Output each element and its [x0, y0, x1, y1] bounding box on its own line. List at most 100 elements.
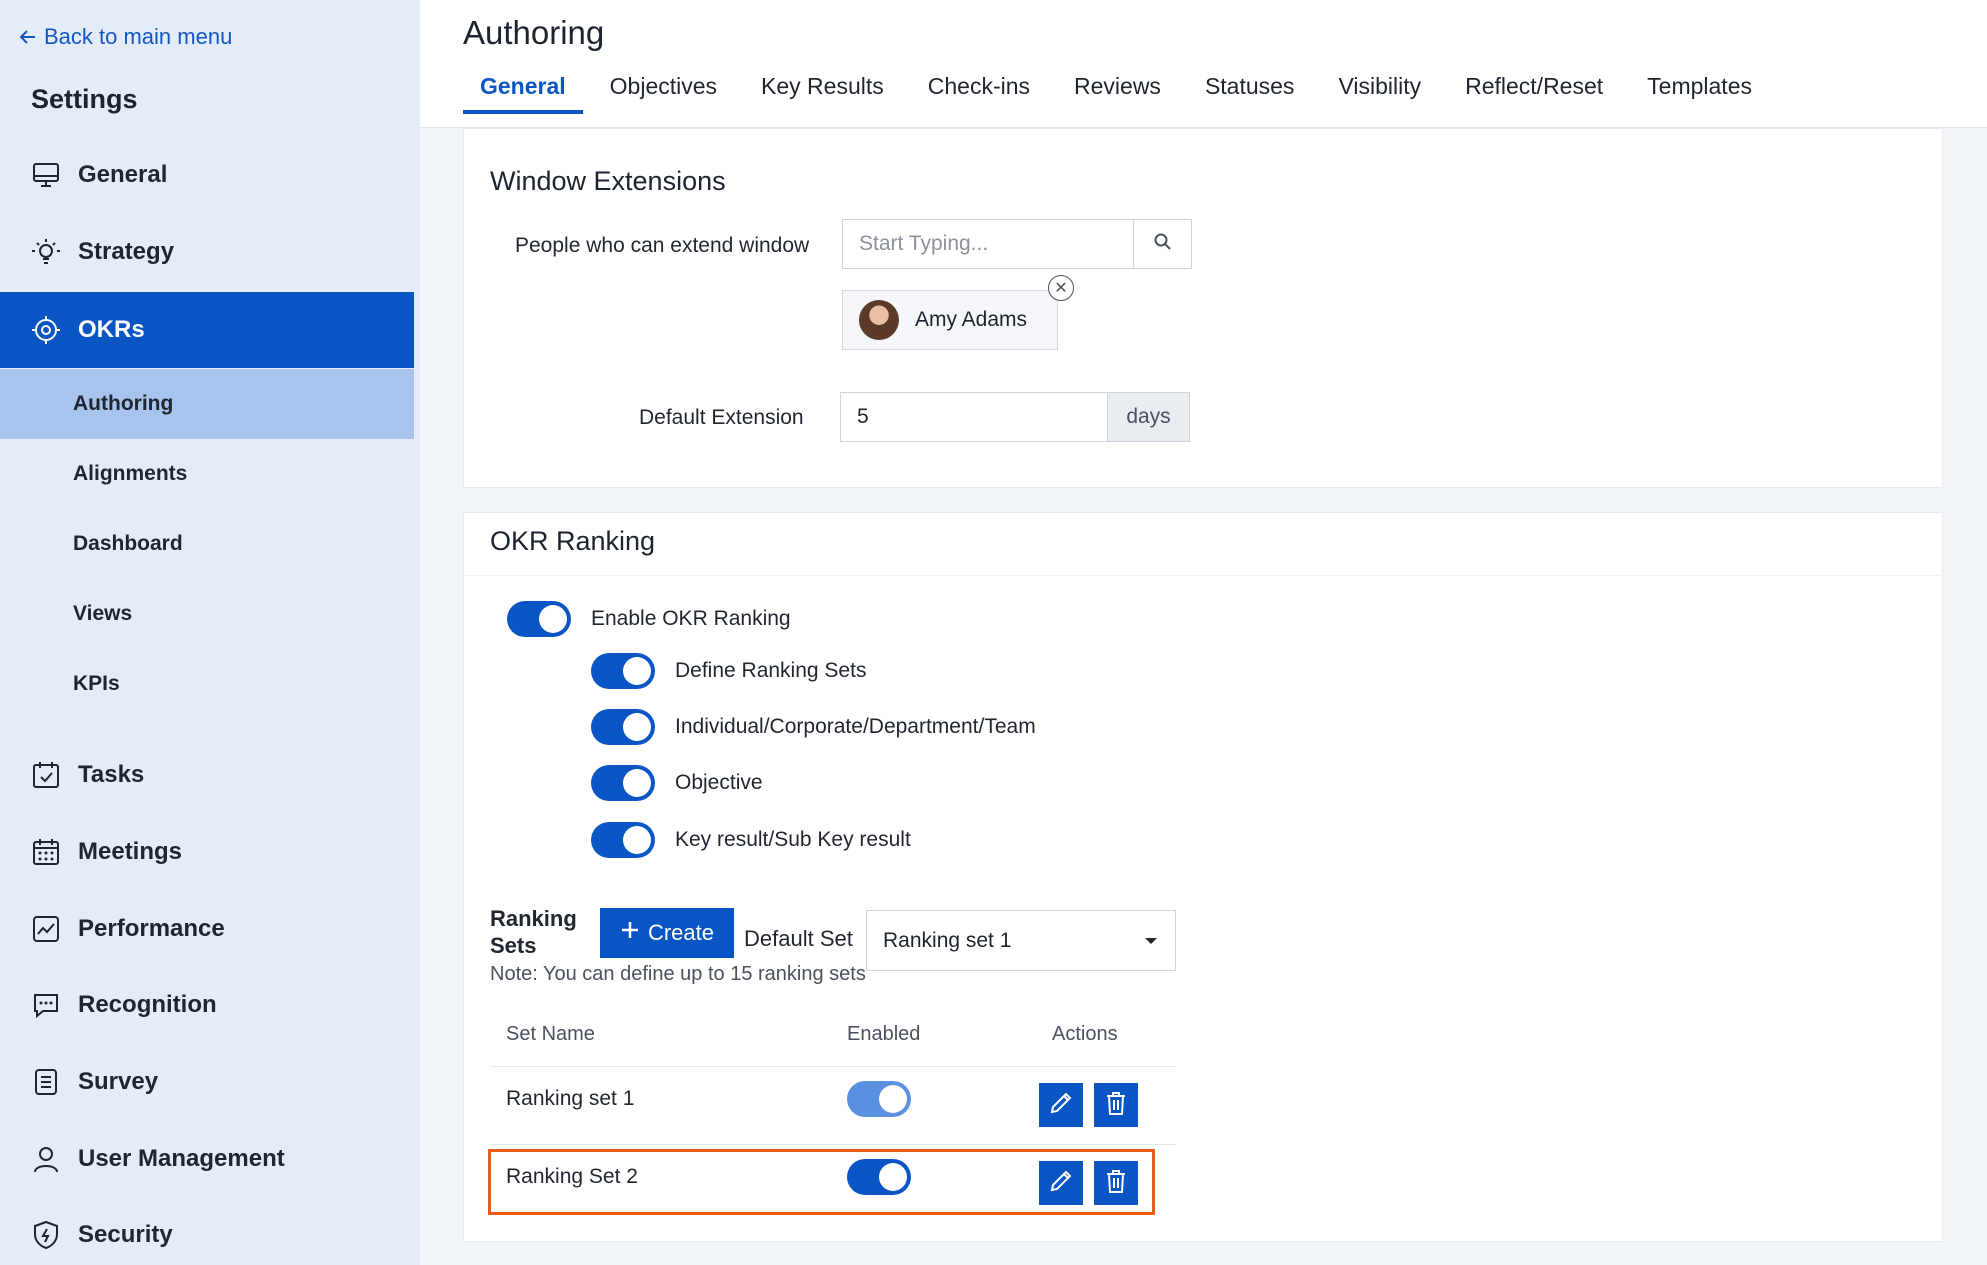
sidebar-item-label: Survey [78, 1068, 159, 1095]
sidebar-subitem-views[interactable]: Views [0, 579, 414, 649]
page-header: Authoring General Objectives Key Results… [420, 0, 1987, 128]
pencil-icon [1048, 1090, 1074, 1121]
sidebar-subitem-authoring[interactable]: Authoring [0, 369, 414, 439]
row2-set-name: Ranking Set 2 [506, 1165, 638, 1188]
subitem-label: Views [73, 602, 133, 625]
sidebar-item-label: Security [78, 1221, 173, 1248]
chevron-down-icon [1145, 937, 1157, 944]
sidebar-item-label: Recognition [78, 991, 217, 1018]
sidebar-subitem-alignments[interactable]: Alignments [0, 439, 414, 509]
default-set-value: Ranking set 1 [883, 928, 1012, 952]
table-header-divider [490, 1066, 1176, 1067]
tab-key-results[interactable]: Key Results [744, 64, 901, 116]
search-button[interactable] [1133, 220, 1191, 268]
lightbulb-icon [30, 236, 62, 268]
pencil-icon [1048, 1168, 1074, 1199]
back-to-main-menu-link[interactable]: Back to main menu [19, 24, 232, 50]
sidebar-item-recognition[interactable]: Recognition [0, 967, 414, 1043]
sidebar-item-label: Meetings [78, 838, 183, 865]
sidebar-item-tasks[interactable]: Tasks [0, 737, 414, 813]
user-icon [30, 1143, 62, 1175]
tab-general[interactable]: General [463, 64, 583, 116]
default-set-label: Default Set [744, 926, 853, 951]
window-extensions-title: Window Extensions [490, 166, 726, 196]
ranking-sets-label-line2: Sets [490, 933, 537, 958]
row1-delete-button[interactable] [1094, 1083, 1138, 1127]
ranking-sets-label-line1: Ranking [490, 906, 577, 931]
default-set-select[interactable]: Ranking set 1 [866, 910, 1176, 971]
enable-okr-ranking-label: Enable OKR Ranking [591, 607, 791, 630]
sidebar-item-survey[interactable]: Survey [0, 1044, 414, 1120]
enable-okr-ranking-toggle[interactable] [507, 601, 571, 637]
tab-templates[interactable]: Templates [1630, 64, 1769, 116]
subitem-label: Dashboard [73, 532, 183, 555]
default-extension-input[interactable] [841, 393, 1107, 441]
okr-ranking-title: OKR Ranking [490, 526, 656, 556]
trash-icon [1104, 1168, 1128, 1199]
create-ranking-set-button[interactable]: Create [600, 908, 734, 958]
create-label: Create [647, 920, 715, 945]
row1-edit-button[interactable] [1039, 1083, 1083, 1127]
sidebar-item-label: Performance [78, 915, 225, 942]
sidebar: Back to main menu Settings General Strat… [0, 0, 420, 1265]
list-doc-icon [30, 1066, 62, 1098]
sidebar-item-general[interactable]: General [0, 137, 414, 213]
individual-corporate-label: Individual/Corporate/Department/Team [675, 715, 1036, 738]
row2-edit-button[interactable] [1039, 1161, 1083, 1205]
sidebar-subitem-kpis[interactable]: KPIs [0, 649, 414, 719]
chart-line-icon [30, 913, 62, 945]
arrow-left-icon [19, 24, 36, 50]
tab-visibility[interactable]: Visibility [1321, 64, 1438, 116]
page-title: Authoring [463, 14, 605, 51]
subitem-label: Authoring [73, 392, 174, 415]
shield-icon [30, 1219, 62, 1251]
sidebar-item-meetings[interactable]: Meetings [0, 814, 414, 890]
tab-check-ins[interactable]: Check-ins [911, 64, 1047, 116]
section-divider [463, 575, 1943, 576]
chat-bubble-icon [30, 989, 62, 1021]
sidebar-item-label: User Management [78, 1145, 285, 1172]
settings-title: Settings [31, 84, 138, 114]
subitem-label: KPIs [73, 672, 120, 695]
sidebar-subitem-dashboard[interactable]: Dashboard [0, 509, 414, 579]
chip-name: Amy Adams [915, 308, 1028, 331]
sidebar-item-user-management[interactable]: User Management [0, 1121, 414, 1197]
define-ranking-sets-toggle[interactable] [591, 653, 655, 689]
row2-delete-button[interactable] [1094, 1161, 1138, 1205]
remove-chip-close-icon[interactable]: ✕ [1048, 275, 1074, 301]
calendar-check-icon [30, 759, 62, 791]
sidebar-item-performance[interactable]: Performance [0, 891, 414, 967]
sidebar-item-strategy[interactable]: Strategy [0, 214, 414, 290]
calendar-grid-icon [30, 836, 62, 868]
tab-reviews[interactable]: Reviews [1057, 64, 1178, 116]
people-search-input[interactable] [843, 220, 1133, 268]
key-result-label: Key result/Sub Key result [675, 828, 911, 851]
tab-reflect-reset[interactable]: Reflect/Reset [1448, 64, 1620, 116]
column-header-actions: Actions [1052, 1023, 1118, 1045]
individual-corporate-toggle[interactable] [591, 709, 655, 745]
sidebar-item-label: General [78, 161, 168, 188]
default-extension-field: days [840, 392, 1190, 442]
column-header-set-name: Set Name [506, 1023, 595, 1045]
target-icon [30, 314, 62, 346]
ranking-sets-note: Note: You can define up to 15 ranking se… [490, 963, 866, 985]
sidebar-item-okrs[interactable]: OKRs [0, 292, 414, 368]
row1-enabled-toggle[interactable] [847, 1081, 911, 1117]
column-header-enabled: Enabled [847, 1023, 921, 1045]
days-addon: days [1107, 393, 1189, 441]
sidebar-item-label: Tasks [78, 761, 145, 788]
table-row-divider [490, 1144, 1176, 1145]
avatar [859, 300, 899, 340]
sidebar-item-security[interactable]: Security [0, 1197, 414, 1265]
tab-objectives[interactable]: Objectives [593, 64, 734, 116]
monitor-icon [30, 159, 62, 191]
key-result-toggle[interactable] [591, 822, 655, 858]
selected-person-chip: Amy Adams [842, 290, 1058, 350]
people-extend-label: People who can extend window [515, 234, 810, 257]
people-search-field [842, 219, 1192, 269]
row1-set-name: Ranking set 1 [506, 1087, 635, 1110]
tab-statuses[interactable]: Statuses [1188, 64, 1312, 116]
row2-enabled-toggle[interactable] [847, 1159, 911, 1195]
default-extension-label: Default Extension [639, 406, 804, 429]
objective-toggle[interactable] [591, 765, 655, 801]
